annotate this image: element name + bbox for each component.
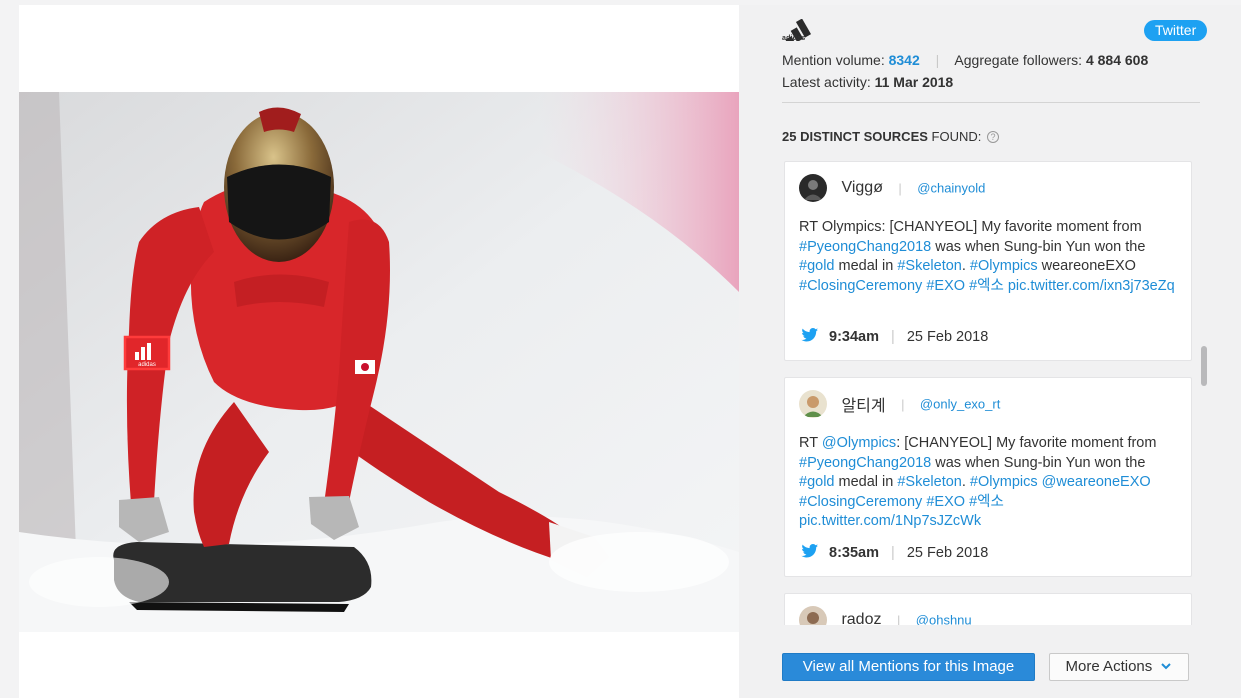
stat-separator: | bbox=[935, 52, 940, 68]
hashtag-link[interactable]: #gold bbox=[799, 474, 834, 490]
avatar[interactable] bbox=[799, 606, 827, 625]
mention-author-row: radoz | @ohshnu bbox=[799, 606, 972, 625]
image-panel: adidas bbox=[19, 5, 739, 698]
tweet-text-fragment: . bbox=[961, 474, 970, 490]
tweet-text-fragment: . bbox=[961, 258, 970, 274]
tweet-text-fragment: : [CHANYEOL] My favorite moment from bbox=[896, 435, 1157, 451]
author-separator: | bbox=[898, 180, 902, 196]
sources-found-label: FOUND: bbox=[931, 129, 982, 144]
hashtag-link[interactable]: #EXO bbox=[926, 494, 965, 510]
tweet-text-fragment: RT Olympics: [CHANYEOL] My favorite mome… bbox=[799, 219, 1142, 235]
tweet-text-fragment: was when Sung-bin Yun won the bbox=[931, 238, 1146, 255]
meta-separator: | bbox=[891, 545, 895, 561]
followers-value: 4 884 608 bbox=[1085, 52, 1149, 68]
hashtag-link[interactable]: #ClosingCeremony bbox=[799, 278, 922, 294]
hashtag-link[interactable]: #엑소 bbox=[969, 494, 1004, 510]
network-badge[interactable]: Twitter bbox=[1144, 20, 1208, 41]
author-handle[interactable]: @chainyold bbox=[917, 181, 985, 196]
tweet-date: 25 Feb 2018 bbox=[906, 545, 989, 561]
tweet-media-link[interactable]: pic.twitter.com/1Np7sJZcWk bbox=[799, 513, 981, 529]
tweet-meta: 9:34am | 25 Feb 2018 bbox=[801, 328, 988, 345]
stats-line-activity: Latest activity: 11 Mar 2018 bbox=[782, 74, 953, 90]
more-actions-label: More Actions bbox=[1065, 658, 1153, 675]
chevron-down-icon bbox=[1161, 663, 1172, 670]
hashtag-link[interactable]: #EXO bbox=[926, 278, 965, 294]
author-name[interactable]: radoz bbox=[841, 611, 881, 625]
tweet-text-fragment: RT bbox=[799, 435, 822, 451]
twitter-bird-icon bbox=[801, 328, 819, 342]
mentions-list[interactable]: Viggø | @chainyold RT Olympics: [CHANYEO… bbox=[782, 159, 1207, 625]
hashtag-link[interactable]: #Olympics bbox=[970, 258, 1038, 274]
hashtag-link[interactable]: #gold bbox=[799, 258, 834, 274]
mention-author-row: Viggø | @chainyold bbox=[799, 174, 985, 204]
stats-line-volume: Mention volume: 8342 | Aggregate followe… bbox=[782, 52, 1148, 68]
mentions-scrollbar[interactable] bbox=[1201, 346, 1207, 386]
tweet-text-fragment: was when Sung-bin Yun won the bbox=[931, 454, 1146, 471]
tweet-text-fragment: weareoneEXO bbox=[1037, 258, 1136, 274]
help-icon[interactable]: ? bbox=[987, 131, 1000, 143]
avatar[interactable] bbox=[799, 174, 827, 202]
latest-activity-label: Latest activity: bbox=[782, 74, 871, 90]
view-all-mentions-button[interactable]: View all Mentions for this Image bbox=[782, 653, 1035, 681]
latest-activity-value: 11 Mar 2018 bbox=[874, 74, 954, 90]
avatar[interactable] bbox=[799, 390, 827, 418]
mention-volume-label: Mention volume: bbox=[782, 52, 885, 68]
author-separator: | bbox=[901, 396, 905, 412]
hashtag-link[interactable]: #ClosingCeremony bbox=[799, 494, 922, 510]
tweet-text-fragment: medal in bbox=[834, 474, 898, 490]
section-divider bbox=[782, 102, 1200, 103]
author-handle[interactable]: @ohshnu bbox=[916, 613, 972, 626]
tweet-text: RT @Olympics: [CHANYEOL] My favorite mom… bbox=[799, 434, 1183, 532]
mention-card[interactable]: 알티계 | @only_exo_rt RT @Olympics: [CHANYE… bbox=[784, 377, 1192, 577]
tweet-date: 25 Feb 2018 bbox=[906, 329, 989, 345]
mention-link[interactable]: @weareoneEXO bbox=[1042, 474, 1151, 490]
mentions-panel: adidas Twitter Mention volume: 8342 | Ag… bbox=[739, 5, 1241, 698]
hashtag-link[interactable]: #엑소 bbox=[969, 278, 1004, 294]
author-separator: | bbox=[896, 612, 901, 626]
hashtag-link[interactable]: #Olympics bbox=[970, 474, 1038, 490]
tweet-text: RT Olympics: [CHANYEOL] My favorite mome… bbox=[799, 218, 1183, 296]
hashtag-link[interactable]: #Skeleton bbox=[897, 258, 962, 274]
mention-volume-value[interactable]: 8342 bbox=[889, 52, 920, 68]
mention-card[interactable]: Viggø | @chainyold RT Olympics: [CHANYEO… bbox=[784, 161, 1192, 361]
skeleton-athlete-image: adidas bbox=[19, 92, 739, 632]
analyzed-photo: adidas bbox=[19, 92, 739, 632]
mention-author-row: 알티계 | @only_exo_rt bbox=[799, 390, 1000, 420]
author-name[interactable]: 알티계 bbox=[841, 398, 885, 415]
author-handle[interactable]: @only_exo_rt bbox=[920, 397, 1000, 412]
more-actions-button[interactable]: More Actions bbox=[1049, 653, 1189, 681]
mention-card[interactable]: radoz | @ohshnu bbox=[784, 593, 1192, 625]
tweet-text-fragment: medal in bbox=[834, 258, 898, 274]
svg-text:adidas: adidas bbox=[138, 362, 156, 368]
followers-label: Aggregate followers: bbox=[954, 52, 1083, 68]
hashtag-link[interactable]: #Skeleton bbox=[897, 474, 962, 490]
meta-separator: | bbox=[891, 329, 895, 345]
tweet-meta: 8:35am | 25 Feb 2018 bbox=[801, 544, 988, 561]
brand-name: adidas bbox=[782, 35, 806, 42]
twitter-bird-icon bbox=[801, 544, 819, 558]
tweet-media-link[interactable]: pic.twitter.com/ixn3j73eZq bbox=[1008, 278, 1175, 294]
sources-heading: 25 DISTINCT SOURCES FOUND: ? bbox=[782, 129, 1000, 144]
sources-count: 25 DISTINCT SOURCES bbox=[782, 129, 928, 144]
author-name[interactable]: Viggø bbox=[841, 179, 883, 196]
mention-link[interactable]: @Olympics bbox=[822, 435, 896, 451]
tweet-time[interactable]: 9:34am bbox=[829, 329, 879, 345]
hashtag-link[interactable]: #PyeongChang2018 bbox=[799, 239, 931, 255]
tweet-time[interactable]: 8:35am bbox=[829, 545, 879, 561]
hashtag-link[interactable]: #PyeongChang2018 bbox=[799, 455, 931, 471]
